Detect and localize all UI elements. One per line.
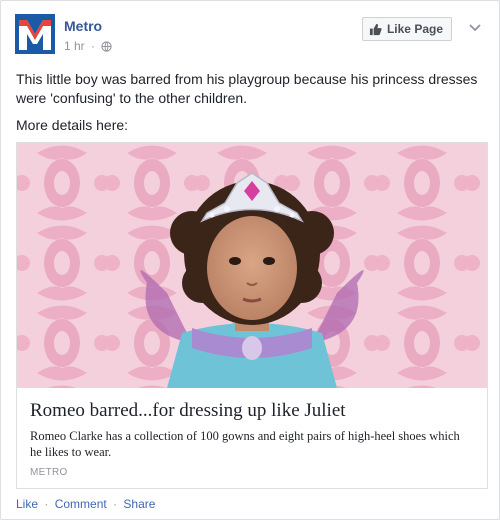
post-timestamp[interactable]: 1 hr <box>64 39 85 53</box>
page-avatar[interactable] <box>15 14 55 54</box>
globe-icon <box>101 41 113 52</box>
post-text-line: More details here: <box>16 117 129 133</box>
link-preview-title[interactable]: Romeo barred...for dressing up like Juli… <box>30 400 475 422</box>
thumbs-up-icon <box>369 23 382 35</box>
post-actions: Like · Comment · Share <box>16 497 155 511</box>
post-body: This little boy was barred from his play… <box>16 70 488 143</box>
link-preview-image[interactable] <box>17 143 487 388</box>
like-page-label: Like Page <box>386 22 443 36</box>
link-preview-description: Romeo Clarke has a collection of 100 gow… <box>30 429 460 459</box>
child-princess-photo <box>17 143 487 388</box>
link-preview-source: METRO <box>30 467 68 478</box>
post-header: Metro 1 hr · Like Page <box>15 14 485 58</box>
post-text-line: This little boy was barred from his play… <box>16 71 478 106</box>
post-meta: 1 hr · <box>64 39 113 53</box>
feed-post: Metro 1 hr · Like Page This little boy w… <box>0 0 500 520</box>
action-separator: · <box>113 497 118 511</box>
comment-link[interactable]: Comment <box>55 497 107 511</box>
meta-separator: · <box>91 39 96 53</box>
chevron-down-icon <box>469 24 481 32</box>
like-page-button[interactable]: Like Page <box>361 17 452 41</box>
share-link[interactable]: Share <box>123 497 155 511</box>
action-separator: · <box>44 497 49 511</box>
like-link[interactable]: Like <box>16 497 38 511</box>
metro-logo <box>15 14 55 54</box>
post-options-menu[interactable] <box>465 20 485 36</box>
page-name-link[interactable]: Metro <box>64 18 102 34</box>
link-preview-card[interactable]: Romeo barred...for dressing up like Juli… <box>16 142 488 489</box>
